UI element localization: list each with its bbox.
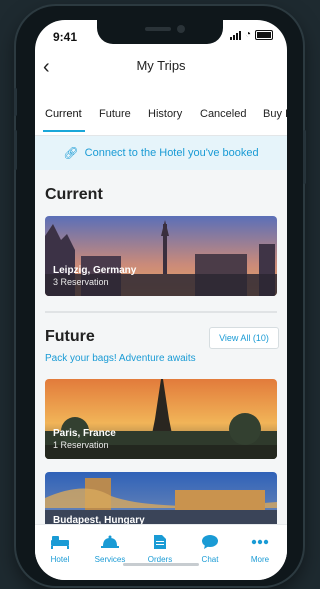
active-tab-indicator [43, 130, 85, 132]
link-icon: 🔗︎ [63, 146, 79, 160]
phone-side-button [14, 88, 17, 116]
nav-chat[interactable]: Chat [185, 533, 235, 564]
tab-history[interactable]: History [148, 108, 182, 120]
top-bar: ‹ My Trips [35, 53, 287, 83]
tab-bar: Current Future History Canceled Buy It [35, 105, 287, 136]
chat-icon [202, 535, 218, 549]
future-subtitle: Pack your bags! Adventure awaits [45, 353, 196, 364]
connect-hotel-banner[interactable]: 🔗︎ Connect to the Hotel you've booked [35, 136, 287, 170]
page-title: My Trips [136, 58, 186, 73]
phone-side-button [14, 130, 17, 170]
bell-icon [101, 535, 119, 548]
tab-future[interactable]: Future [99, 108, 131, 120]
view-all-button[interactable]: View All (10) [209, 327, 279, 349]
tab-current[interactable]: Current [45, 108, 82, 120]
phone-side-button [303, 130, 306, 184]
nav-services[interactable]: Services [85, 533, 135, 564]
battery-icon [255, 30, 273, 40]
wifi-icon: ◔ [244, 29, 251, 40]
nav-more[interactable]: More [235, 533, 285, 564]
bed-icon [51, 536, 69, 549]
nav-label: More [250, 555, 270, 564]
trip-card-budapest[interactable]: Budapest, Hungary [45, 472, 277, 532]
trip-card-leipzig[interactable]: Leipzig, Germany 3 Reservation [45, 216, 277, 296]
document-icon [154, 535, 166, 549]
section-heading-current: Current [45, 186, 103, 203]
tab-canceled[interactable]: Canceled [200, 108, 246, 120]
trip-card-paris[interactable]: Paris, France 1 Reservation [45, 379, 277, 459]
more-icon [251, 539, 269, 545]
signal-icon [229, 31, 241, 40]
nav-hotel[interactable]: Hotel [35, 533, 85, 564]
trip-city: Paris, France [53, 428, 116, 439]
home-indicator[interactable] [123, 563, 199, 566]
nav-orders[interactable]: Orders [135, 533, 185, 564]
trips-content: Current Leipzig, Germany 3 Reservation F… [35, 170, 287, 532]
status-icons: ◔ [229, 29, 273, 40]
nav-label: Hotel [50, 555, 70, 564]
phone-screen: 9:41 ◔ ‹ My Trips Current Future History… [35, 20, 287, 580]
connect-hotel-label: Connect to the Hotel you've booked [84, 147, 259, 159]
front-camera [177, 25, 185, 33]
phone-notch [97, 20, 223, 44]
bottom-navigation: Hotel Services Orders Chat More [35, 524, 287, 580]
trip-reservations: 3 Reservation [53, 277, 109, 287]
trip-reservations: 1 Reservation [53, 440, 109, 450]
tab-buy-it[interactable]: Buy It [263, 108, 287, 120]
trip-city: Leipzig, Germany [53, 265, 137, 276]
speaker-grille [145, 27, 171, 31]
status-time: 9:41 [53, 30, 78, 44]
section-divider [45, 311, 277, 313]
section-heading-future: Future [45, 328, 95, 345]
